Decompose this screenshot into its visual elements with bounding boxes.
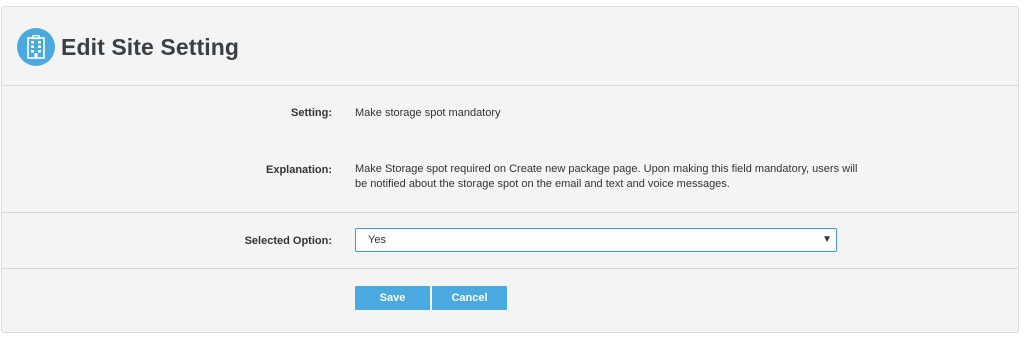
selected-option-label: Selected Option: <box>244 235 332 247</box>
explanation-line: be notified about the storage spot on th… <box>355 178 730 190</box>
selected-option-dropdown[interactable]: Yes ▼ <box>355 228 837 252</box>
panel-header: Edit Site Setting <box>2 7 1018 86</box>
cancel-button[interactable]: Cancel <box>432 286 507 310</box>
building-icon <box>17 28 55 66</box>
selected-option-section: Selected Option: Yes ▼ <box>2 213 1018 269</box>
explanation-label: Explanation: <box>265 164 332 176</box>
explanation-text: Make Storage spot required on Create new… <box>355 162 857 192</box>
page-title: Edit Site Setting <box>61 34 240 60</box>
setting-value: Make storage spot mandatory <box>355 107 501 119</box>
explanation-line: Make Storage spot required on Create new… <box>355 163 858 175</box>
selected-option-value: Yes <box>368 234 386 246</box>
actions-section: Save Cancel <box>2 269 1018 332</box>
setting-info-section: Setting: Make storage spot mandatory Exp… <box>2 85 1018 213</box>
edit-site-setting-panel: Edit Site Setting Setting: Make storage … <box>1 6 1019 333</box>
save-button[interactable]: Save <box>355 286 430 310</box>
setting-label: Setting: <box>291 107 332 119</box>
chevron-down-icon: ▼ <box>822 234 832 245</box>
